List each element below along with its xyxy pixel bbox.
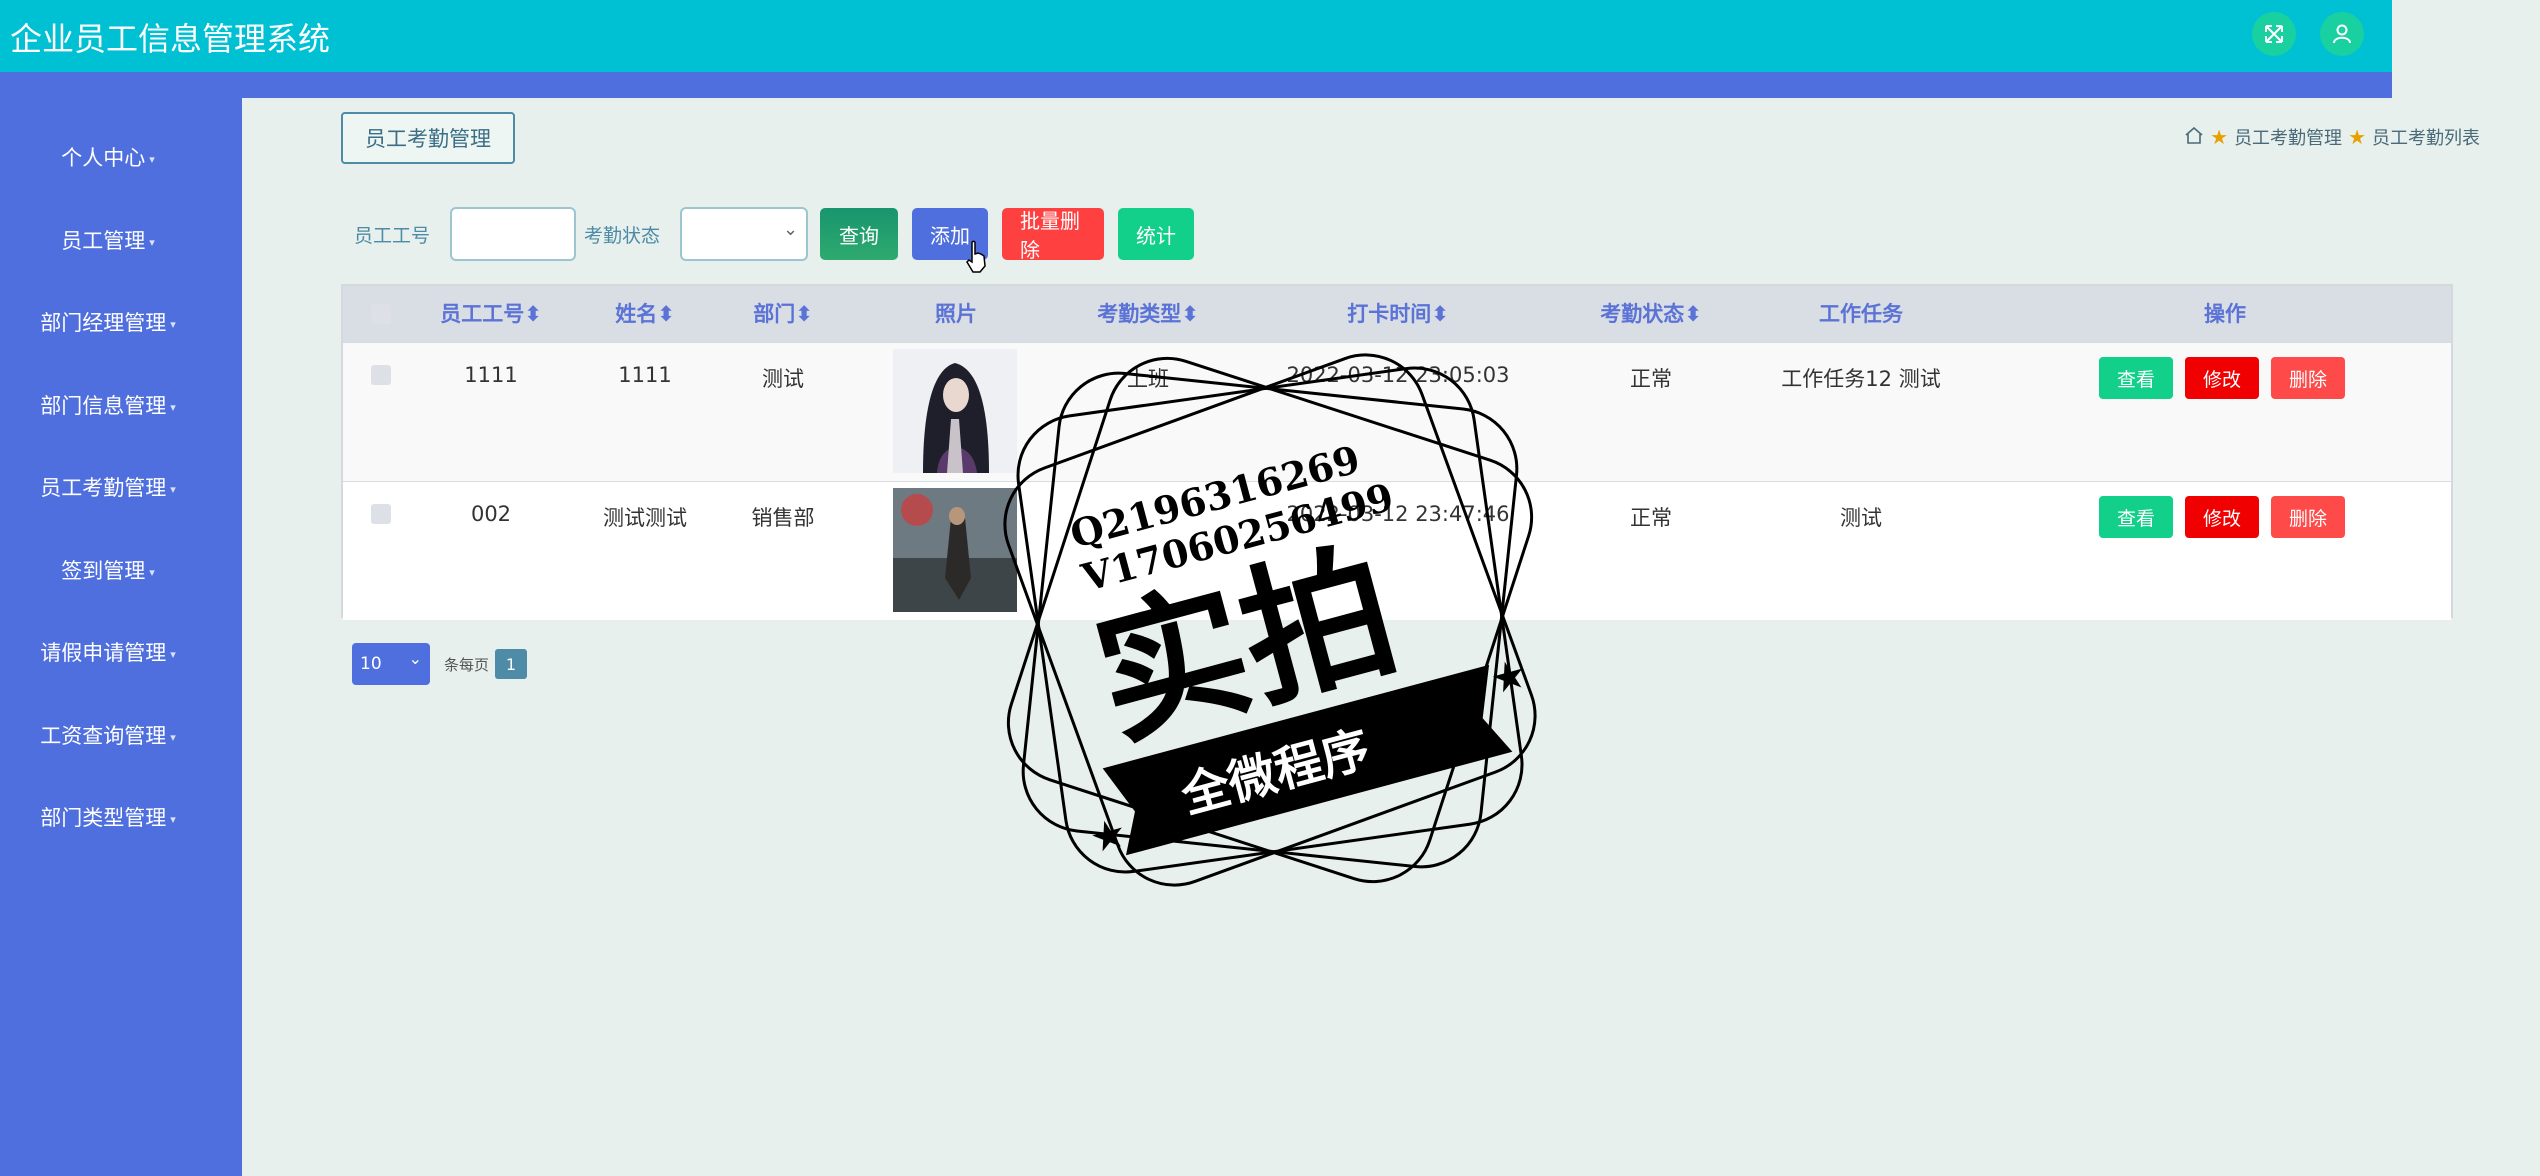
breadcrumb-level1[interactable]: 员工考勤管理 bbox=[2234, 124, 2342, 150]
employee-id-input[interactable] bbox=[450, 207, 577, 261]
caret-down-icon: ▾ bbox=[170, 400, 176, 414]
caret-down-icon: ▾ bbox=[170, 812, 176, 826]
home-icon[interactable] bbox=[2184, 125, 2204, 150]
sidebar-item-checkin[interactable]: 签到管理 ▾ bbox=[0, 555, 216, 585]
view-button[interactable]: 查看 bbox=[2099, 496, 2173, 538]
expand-icon[interactable] bbox=[2252, 12, 2296, 56]
delete-button[interactable]: 删除 bbox=[2271, 496, 2345, 538]
row-actions: 查看 修改 删除 bbox=[2099, 496, 2345, 538]
user-icon[interactable] bbox=[2320, 12, 2364, 56]
cell-task: 工作任务12 测试 bbox=[1781, 367, 1941, 391]
sort-icon: ⬍ bbox=[795, 302, 813, 326]
cell-employee-id: 002 bbox=[470, 502, 512, 526]
watermark-stamp: Q2196316269 V17060256499 实拍 全微程序 ★ ★ bbox=[1003, 353, 1537, 887]
sidebar-item-attendance[interactable]: 员工考勤管理 ▾ bbox=[0, 472, 216, 502]
page-number-button[interactable]: 1 bbox=[495, 649, 528, 679]
sidebar: 个人中心 ▾ 员工管理 ▾ 部门经理管理 ▾ 部门信息管理 ▾ 员工考勤管理 ▾ 签到管理… bbox=[0, 98, 242, 1176]
header-task: 工作任务 bbox=[1819, 302, 1903, 326]
header-photo: 照片 bbox=[935, 302, 977, 326]
sidebar-item-dept-manager[interactable]: 部门经理管理 ▾ bbox=[0, 307, 216, 337]
sidebar-item-employee[interactable]: 员工管理 ▾ bbox=[0, 225, 216, 255]
caret-down-icon: ▾ bbox=[170, 647, 176, 661]
app-title: 企业员工信息管理系统 bbox=[10, 20, 331, 58]
header-status[interactable]: 考勤状态⬍ bbox=[1600, 286, 1702, 342]
status-select[interactable] bbox=[680, 207, 809, 261]
bulk-delete-button[interactable]: 批量删除 bbox=[1002, 208, 1105, 262]
header-name[interactable]: 姓名⬍ bbox=[615, 286, 675, 342]
view-button[interactable]: 查看 bbox=[2099, 357, 2173, 399]
sort-icon: ⬍ bbox=[1684, 302, 1702, 326]
star-icon: ★ bbox=[2210, 125, 2229, 149]
status-label: 考勤状态 bbox=[584, 224, 661, 247]
delete-button[interactable]: 删除 bbox=[2271, 357, 2345, 399]
query-button[interactable]: 查询 bbox=[820, 208, 899, 260]
cell-department: 测试 bbox=[762, 367, 804, 391]
cell-employee-id: 1111 bbox=[464, 363, 518, 387]
edit-button[interactable]: 修改 bbox=[2185, 496, 2259, 538]
hand-cursor-icon bbox=[966, 240, 986, 273]
edit-button[interactable]: 修改 bbox=[2185, 357, 2259, 399]
caret-down-icon: ▾ bbox=[170, 317, 176, 331]
sidebar-item-salary[interactable]: 工资查询管理 ▾ bbox=[0, 720, 216, 750]
search-bar: 员工工号 考勤状态 查询 添加 批量删除 统计 bbox=[354, 206, 1208, 262]
caret-down-icon: ▾ bbox=[170, 482, 176, 496]
page-size-select[interactable]: 10 bbox=[352, 643, 430, 685]
section-title: 员工考勤管理 bbox=[341, 112, 515, 164]
row-actions: 查看 修改 删除 bbox=[2099, 357, 2345, 399]
cell-status: 正常 bbox=[1630, 506, 1672, 530]
sort-icon: ⬍ bbox=[1181, 302, 1199, 326]
sort-icon: ⬍ bbox=[524, 302, 542, 326]
sidebar-item-dept-info[interactable]: 部门信息管理 ▾ bbox=[0, 390, 216, 420]
sort-icon: ⬍ bbox=[1431, 302, 1449, 326]
header-department[interactable]: 部门⬍ bbox=[753, 286, 813, 342]
row-checkbox[interactable] bbox=[371, 504, 391, 524]
breadcrumb-level2: 员工考勤列表 bbox=[2372, 128, 2480, 149]
caret-down-icon: ▾ bbox=[149, 565, 155, 579]
select-all-checkbox[interactable] bbox=[371, 304, 391, 324]
svg-text:★: ★ bbox=[1085, 809, 1132, 863]
header-actions: 操作 bbox=[2204, 302, 2246, 326]
cell-department: 销售部 bbox=[751, 506, 815, 530]
sidebar-item-dept-type[interactable]: 部门类型管理 ▾ bbox=[0, 802, 216, 832]
caret-down-icon: ▾ bbox=[170, 730, 176, 744]
caret-down-icon: ▾ bbox=[149, 235, 155, 249]
breadcrumb: ★ 员工考勤管理 ★ 员工考勤列表 bbox=[2184, 124, 2480, 150]
per-page-text: 条每页 bbox=[444, 655, 490, 674]
cell-name: 测试测试 bbox=[603, 506, 687, 530]
row-checkbox[interactable] bbox=[371, 365, 391, 385]
sidebar-item-personal-center[interactable]: 个人中心 ▾ bbox=[0, 142, 216, 172]
employee-id-label: 员工工号 bbox=[354, 224, 431, 247]
stats-button[interactable]: 统计 bbox=[1118, 208, 1195, 260]
caret-down-icon: ▾ bbox=[149, 152, 155, 166]
star-icon: ★ bbox=[2348, 125, 2366, 149]
cell-task: 测试 bbox=[1840, 506, 1882, 530]
cell-status: 正常 bbox=[1630, 367, 1672, 391]
pagination: 10 条每页 1 bbox=[352, 643, 528, 685]
sort-icon: ⬍ bbox=[657, 302, 675, 326]
top-bar: 企业员工信息管理系统 bbox=[0, 0, 2392, 72]
top-strip bbox=[0, 72, 2392, 98]
sidebar-item-leave[interactable]: 请假申请管理 ▾ bbox=[0, 637, 216, 667]
cell-name: 1111 bbox=[618, 363, 672, 387]
header-employee-id[interactable]: 员工工号⬍ bbox=[440, 286, 542, 342]
